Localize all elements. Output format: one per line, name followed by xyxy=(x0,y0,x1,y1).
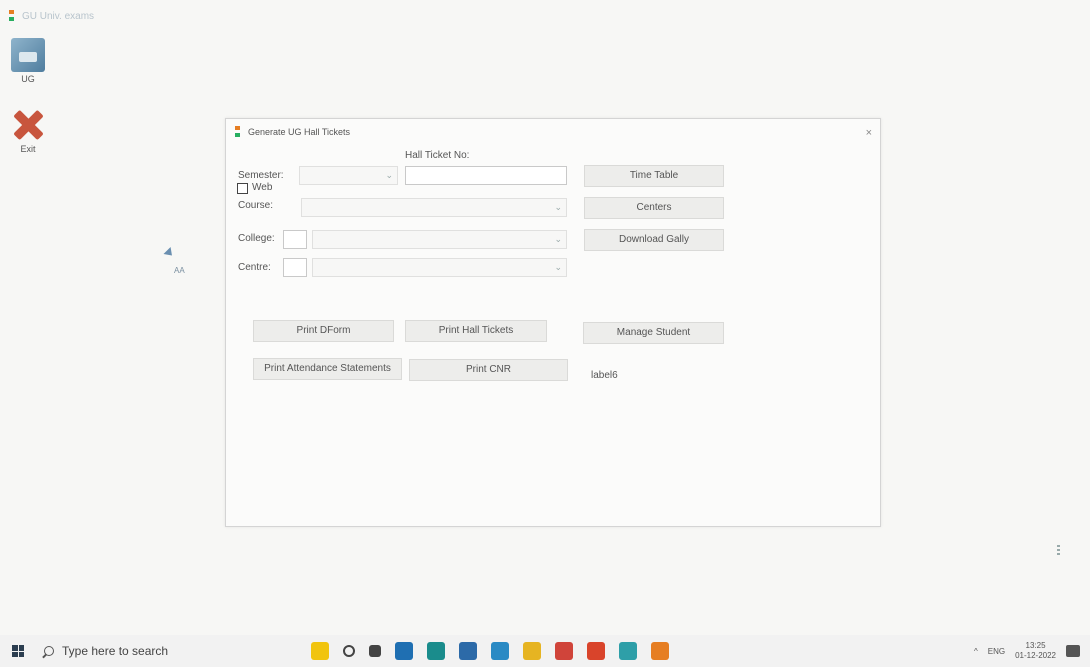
college-code-input[interactable] xyxy=(283,230,307,249)
hall-ticket-input[interactable] xyxy=(405,166,567,185)
taskbar-search[interactable]: Type here to search xyxy=(36,635,261,667)
taskbar: Type here to search ^ ENG 13:25 01-12-20… xyxy=(0,635,1090,667)
centers-button[interactable]: Centers xyxy=(584,197,724,219)
system-tray: ^ ENG 13:25 01-12-2022 xyxy=(974,641,1090,661)
web-checkbox[interactable] xyxy=(237,183,248,194)
time-table-button[interactable]: Time Table xyxy=(584,165,724,187)
mouse-cursor-icon xyxy=(163,246,176,260)
manage-student-button[interactable]: Manage Student xyxy=(583,322,724,344)
app-title: GU Univ. exams xyxy=(22,10,95,22)
hall-ticket-label: Hall Ticket No: xyxy=(405,150,470,161)
tray-caret-icon[interactable]: ^ xyxy=(974,647,978,656)
print-dform-button[interactable]: Print DForm xyxy=(253,320,394,342)
centre-label: Centre: xyxy=(238,262,271,273)
app-title-bar: GU Univ. exams xyxy=(8,10,94,22)
centre-dropdown[interactable]: ⌄ xyxy=(312,258,567,277)
start-button[interactable] xyxy=(0,635,36,667)
download-gally-button[interactable]: Download Gally xyxy=(584,229,724,251)
desktop-icon-ug[interactable]: UG xyxy=(6,38,50,84)
dialog-title: Generate UG Hall Tickets xyxy=(248,127,351,137)
generate-hall-tickets-dialog: Generate UG Hall Tickets × Hall Ticket N… xyxy=(225,118,881,527)
cursor-label: AA xyxy=(174,266,185,275)
vertical-scroll-indicator xyxy=(1057,545,1060,557)
close-icon[interactable]: × xyxy=(866,127,872,139)
cortana-circle-icon[interactable] xyxy=(343,645,355,657)
office-icon[interactable] xyxy=(587,642,605,660)
ug-app-icon xyxy=(11,38,45,72)
status-label: label6 xyxy=(591,370,618,381)
college-dropdown[interactable]: ⌄ xyxy=(312,230,567,249)
language-indicator[interactable]: ENG xyxy=(988,647,1005,656)
chrome-icon[interactable] xyxy=(491,642,509,660)
course-dropdown[interactable]: ⌄ xyxy=(301,198,567,217)
dialog-app-icon xyxy=(234,126,242,138)
store-icon[interactable] xyxy=(459,642,477,660)
taskbar-pinned-apps xyxy=(311,642,669,660)
desktop-icon-ug-label: UG xyxy=(21,74,35,84)
web-label: Web xyxy=(252,182,273,193)
search-icon xyxy=(44,646,54,656)
task-view-icon[interactable] xyxy=(369,645,381,657)
centre-code-input[interactable] xyxy=(283,258,307,277)
semester-label: Semester: xyxy=(238,170,284,181)
mail-icon[interactable] xyxy=(395,642,413,660)
clock-date: 01-12-2022 xyxy=(1015,651,1056,660)
clock-time: 13:25 xyxy=(1025,641,1046,650)
print-attendance-statements-button[interactable]: Print Attendance Statements xyxy=(253,358,402,380)
course-label: Course: xyxy=(238,200,274,211)
chrome-alt-icon[interactable] xyxy=(555,642,573,660)
desktop-icon-exit-label: Exit xyxy=(20,144,36,154)
app-icon xyxy=(8,10,16,22)
semester-dropdown[interactable]: ⌄ xyxy=(299,166,398,185)
notification-icon[interactable] xyxy=(1066,645,1080,657)
edge-icon[interactable] xyxy=(427,642,445,660)
print-hall-tickets-button[interactable]: Print Hall Tickets xyxy=(405,320,547,342)
chevron-down-icon: ⌄ xyxy=(554,262,562,272)
chevron-down-icon: ⌄ xyxy=(385,170,393,180)
exam-app-icon[interactable] xyxy=(651,642,669,660)
chevron-down-icon: ⌄ xyxy=(554,234,562,244)
college-label: College: xyxy=(238,233,275,244)
chevron-down-icon: ⌄ xyxy=(554,202,562,212)
exit-x-icon xyxy=(11,108,45,142)
weather-icon[interactable] xyxy=(311,642,329,660)
sharex-icon[interactable] xyxy=(619,642,637,660)
windows-logo-icon xyxy=(12,645,24,657)
desktop-icon-exit[interactable]: Exit xyxy=(6,108,50,154)
clock[interactable]: 13:25 01-12-2022 xyxy=(1015,641,1056,661)
print-cnr-button[interactable]: Print CNR xyxy=(409,359,568,381)
file-explorer-icon[interactable] xyxy=(523,642,541,660)
dialog-title-bar: Generate UG Hall Tickets xyxy=(234,126,350,138)
search-placeholder: Type here to search xyxy=(62,644,169,658)
